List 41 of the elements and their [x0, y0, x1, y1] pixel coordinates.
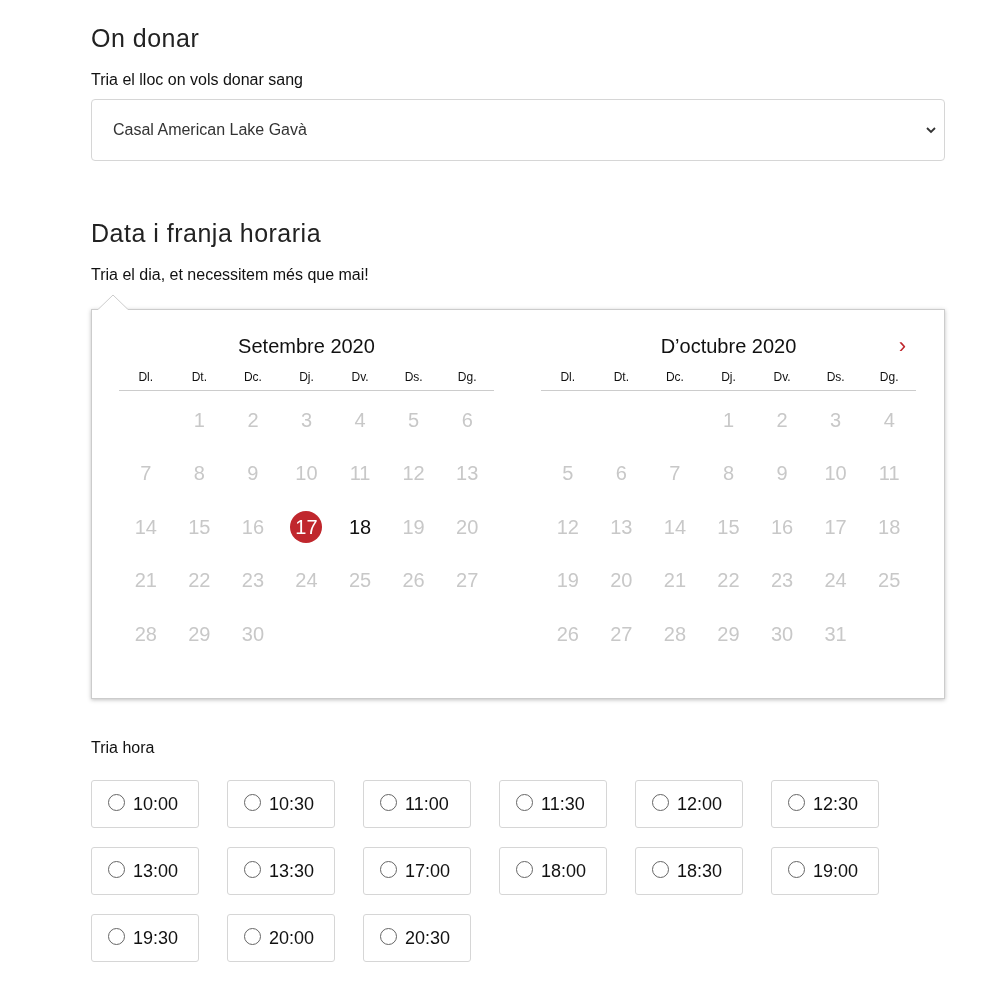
next-month-button[interactable]: › [894, 336, 910, 356]
time-slot-option[interactable]: 18:30 [635, 847, 743, 895]
time-slot-option[interactable]: 17:00 [363, 847, 471, 895]
weekday-label: Dv. [351, 370, 369, 384]
weekday-label: Dt. [191, 370, 207, 384]
month-title: Setembre 2020 [238, 334, 375, 358]
time-slot-option[interactable]: 12:00 [635, 780, 743, 828]
section-heading: On donar [91, 24, 201, 53]
weekday-label: Dt. [613, 370, 629, 384]
weekday-label: Dg. [457, 370, 477, 384]
time-slot-option[interactable]: 20:00 [227, 914, 335, 962]
field-label: Tria hora [91, 739, 156, 757]
location-select[interactable]: Casal American Lake Gavà [91, 99, 945, 161]
time-slot-option[interactable]: 19:00 [771, 847, 879, 895]
calendar-day[interactable]: 17 [290, 510, 323, 543]
time-slot-option[interactable]: 13:00 [91, 847, 199, 895]
weekday-label: Dv. [773, 370, 791, 384]
time-slot-option[interactable]: 11:00 [363, 780, 471, 828]
field-label: Tria el dia, et necessitem més que mai! [91, 266, 370, 284]
weekday-label: Dg. [879, 370, 899, 384]
weekday-label: Dj. [299, 370, 314, 384]
weekday-label: Dl. [560, 370, 576, 384]
section-heading: Data i franja horaria [91, 219, 323, 248]
weekday-label: Dc. [243, 370, 262, 384]
month-title: D’octubre 2020 [660, 334, 797, 358]
weekday-label: Ds. [404, 370, 423, 384]
weekday-label: Ds. [826, 370, 845, 384]
weekday-label: Dj. [721, 370, 736, 384]
weekday-label: Dl. [138, 370, 154, 384]
time-slot-option[interactable]: 19:30 [91, 914, 199, 962]
time-slot-option[interactable]: 20:30 [363, 914, 471, 962]
time-slot-option[interactable]: 18:00 [499, 847, 607, 895]
time-slot-option[interactable]: 12:30 [771, 780, 879, 828]
time-slot-option[interactable]: 11:30 [499, 780, 607, 828]
weekday-label: Dc. [665, 370, 684, 384]
calendar-day[interactable]: 18 [344, 510, 377, 543]
field-label: Tria el lloc on vols donar sang [91, 71, 304, 89]
time-slot-option[interactable]: 10:00 [91, 780, 199, 828]
time-slot-option[interactable]: 10:30 [227, 780, 335, 828]
chevron-down-icon [926, 126, 936, 134]
time-slot-option[interactable]: 13:30 [227, 847, 335, 895]
